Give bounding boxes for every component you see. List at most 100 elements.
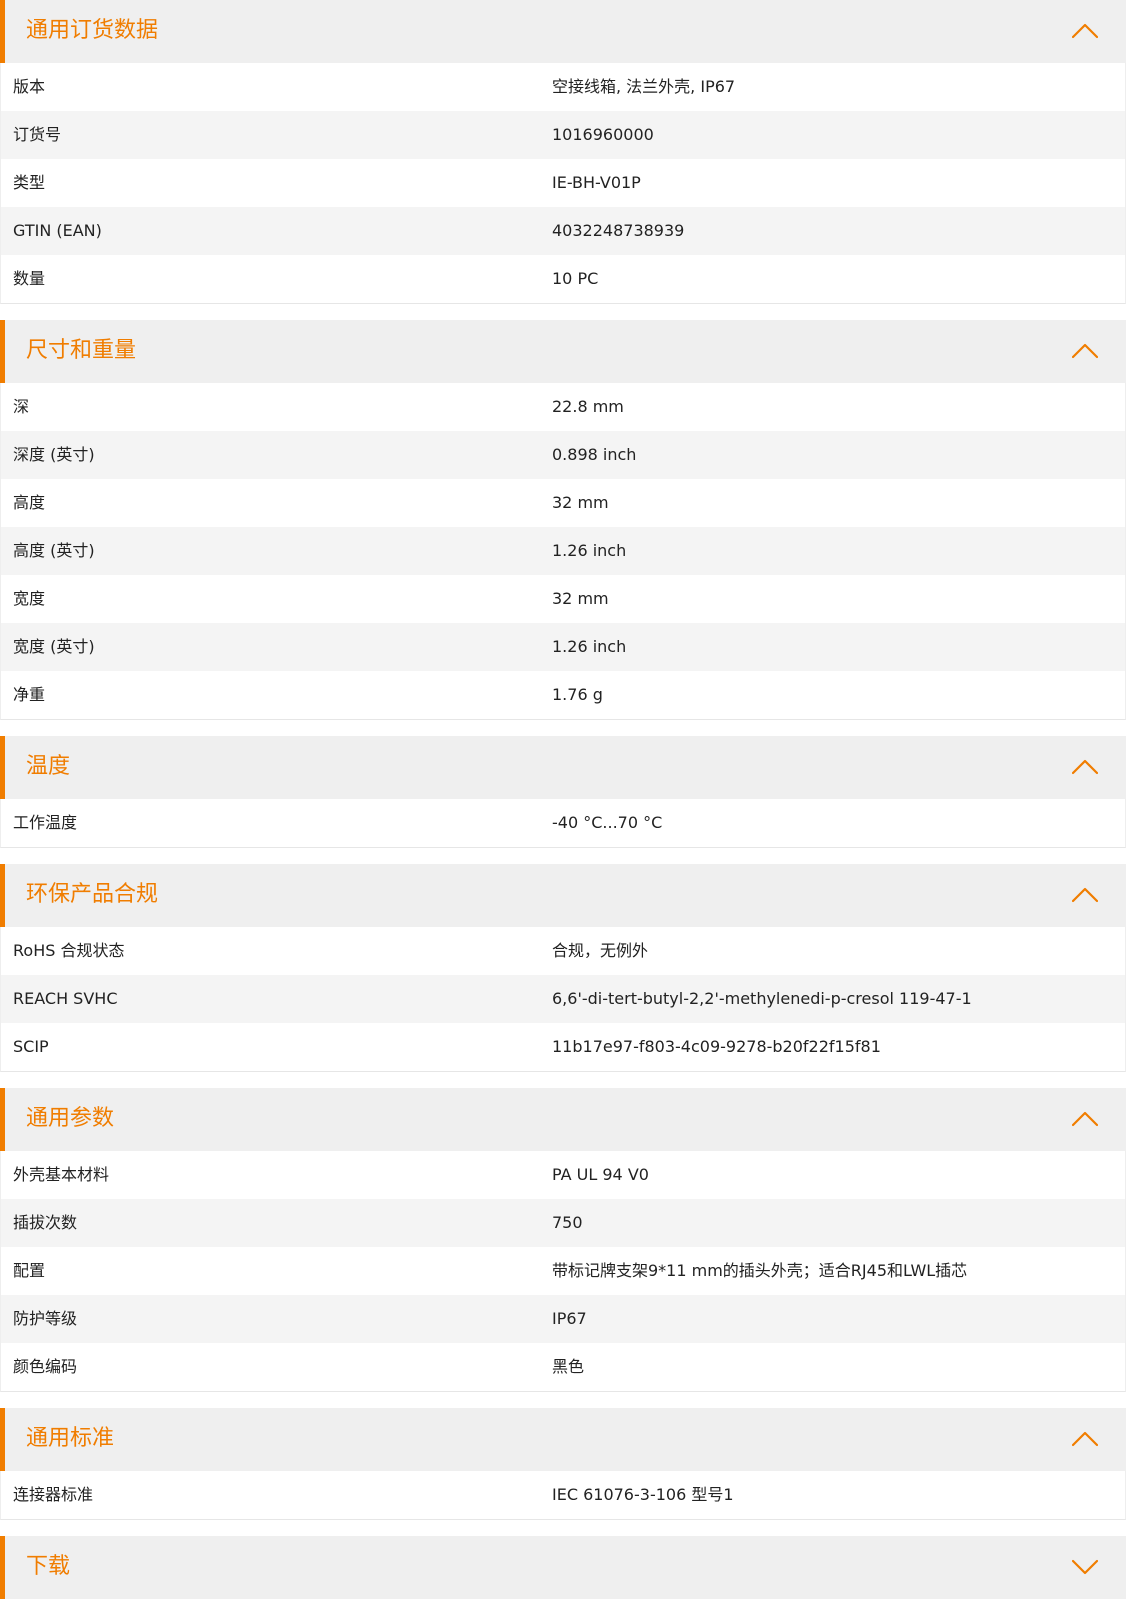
spec-value: IP67 xyxy=(552,1309,587,1328)
spec-value: 32 mm xyxy=(552,589,609,608)
spec-value: 6,6'-di-tert-butyl-2,2'-methylenedi-p-cr… xyxy=(552,989,972,1008)
section-header[interactable]: 尺寸和重量 xyxy=(0,320,1126,383)
chevron-up-icon[interactable] xyxy=(1072,884,1098,906)
spec-label: 版本 xyxy=(13,77,46,96)
spec-row: 高度 (英寸) 1.26 inch xyxy=(1,527,1125,575)
spec-label: 插拔次数 xyxy=(13,1213,78,1232)
spec-label: 颜色编码 xyxy=(13,1357,78,1376)
section-accent-bar xyxy=(0,1536,5,1599)
spec-value: IE-BH-V01P xyxy=(552,173,641,192)
spec-value: 1.76 g xyxy=(552,685,603,704)
spec-row: 版本 空接线箱, 法兰外壳, IP67 xyxy=(1,63,1125,111)
spec-row: 类型 IE-BH-V01P xyxy=(1,159,1125,207)
spec-label: 外壳基本材料 xyxy=(13,1165,110,1184)
spec-label: 工作温度 xyxy=(13,813,78,832)
chevron-up-icon[interactable] xyxy=(1072,1108,1098,1130)
spec-label: 高度 (英寸) xyxy=(13,541,95,560)
chevron-up-icon[interactable] xyxy=(1072,340,1098,362)
spec-row: 深 22.8 mm xyxy=(1,383,1125,431)
spec-row: 净重 1.76 g xyxy=(1,671,1125,719)
spec-row: 插拔次数 750 xyxy=(1,1199,1125,1247)
section-header-downloads[interactable]: 下载 xyxy=(0,1536,1126,1599)
section-title-downloads: 下载 xyxy=(26,1554,71,1579)
spec-row: 深度 (英寸) 0.898 inch xyxy=(1,431,1125,479)
chevron-up-icon[interactable] xyxy=(1072,756,1098,778)
spec-value: 黑色 xyxy=(552,1357,585,1376)
spec-row: 高度 32 mm xyxy=(1,479,1125,527)
section-header[interactable]: 环保产品合规 xyxy=(0,864,1126,927)
spec-value: 合规，无例外 xyxy=(552,941,649,960)
section-title: 环保产品合规 xyxy=(26,882,159,907)
spec-section-partial: 下载 xyxy=(0,1536,1126,1599)
section-accent-bar xyxy=(0,1088,5,1151)
spec-label: RoHS 合规状态 xyxy=(13,941,125,960)
spec-section-4: 通用参数 外壳基本材料 PA UL 94 V0 插拔次数 750 配置 带标记牌… xyxy=(0,1088,1126,1392)
spec-label: 连接器标准 xyxy=(13,1485,94,1504)
spec-row: 外壳基本材料 PA UL 94 V0 xyxy=(1,1151,1125,1199)
spec-label: 深 xyxy=(13,397,30,416)
section-accent-bar xyxy=(0,320,5,383)
chevron-down-icon[interactable] xyxy=(1072,1556,1098,1578)
spec-label: 高度 xyxy=(13,493,46,512)
spec-value: 750 xyxy=(552,1213,583,1232)
section-accent-bar xyxy=(0,1408,5,1471)
section-rows: 外壳基本材料 PA UL 94 V0 插拔次数 750 配置 带标记牌支架9*1… xyxy=(0,1151,1126,1392)
spec-row: 防护等级 IP67 xyxy=(1,1295,1125,1343)
spec-label: 宽度 xyxy=(13,589,46,608)
spec-row: 配置 带标记牌支架9*11 mm的插头外壳；适合RJ45和LWL插芯 xyxy=(1,1247,1125,1295)
spec-value: 1016960000 xyxy=(552,125,654,144)
section-accent-bar xyxy=(0,0,5,63)
spec-row: 颜色编码 黑色 xyxy=(1,1343,1125,1391)
spec-section-2: 温度 工作温度 -40 °C...70 °C xyxy=(0,736,1126,848)
spec-row: SCIP 11b17e97-f803-4c09-9278-b20f22f15f8… xyxy=(1,1023,1125,1071)
chevron-up-icon[interactable] xyxy=(1072,1428,1098,1450)
chevron-up-icon[interactable] xyxy=(1072,20,1098,42)
section-accent-bar xyxy=(0,864,5,927)
spec-label: 深度 (英寸) xyxy=(13,445,95,464)
spec-row: GTIN (EAN) 4032248738939 xyxy=(1,207,1125,255)
section-title: 温度 xyxy=(26,754,71,779)
spec-label: 防护等级 xyxy=(13,1309,78,1328)
spec-value: 带标记牌支架9*11 mm的插头外壳；适合RJ45和LWL插芯 xyxy=(552,1261,968,1280)
spec-label: REACH SVHC xyxy=(13,989,118,1008)
section-title: 尺寸和重量 xyxy=(26,338,137,363)
section-rows: 深 22.8 mm 深度 (英寸) 0.898 inch 高度 32 mm 高度… xyxy=(0,383,1126,720)
spec-value: PA UL 94 V0 xyxy=(552,1165,649,1184)
spec-value: 4032248738939 xyxy=(552,221,685,240)
spec-row: 数量 10 PC xyxy=(1,255,1125,303)
spec-label: 净重 xyxy=(13,685,46,704)
spec-label: 数量 xyxy=(13,269,46,288)
spec-value: 1.26 inch xyxy=(552,541,627,560)
section-header[interactable]: 通用标准 xyxy=(0,1408,1126,1471)
spec-row: 宽度 32 mm xyxy=(1,575,1125,623)
spec-row: 订货号 1016960000 xyxy=(1,111,1125,159)
spec-label: GTIN (EAN) xyxy=(13,221,102,240)
section-title: 通用订货数据 xyxy=(26,18,159,43)
spec-value: 空接线箱, 法兰外壳, IP67 xyxy=(552,77,736,96)
spec-section-5: 通用标准 连接器标准 IEC 61076-3-106 型号1 xyxy=(0,1408,1126,1520)
spec-label: 订货号 xyxy=(13,125,62,144)
sections-container: 通用订货数据 版本 空接线箱, 法兰外壳, IP67 订货号 101696000… xyxy=(0,0,1126,1520)
section-header[interactable]: 温度 xyxy=(0,736,1126,799)
spec-row: 工作温度 -40 °C...70 °C xyxy=(1,799,1125,847)
spec-value: 0.898 inch xyxy=(552,445,637,464)
spec-value: 32 mm xyxy=(552,493,609,512)
section-rows: RoHS 合规状态 合规，无例外 REACH SVHC 6,6'-di-tert… xyxy=(0,927,1126,1072)
spec-section-0: 通用订货数据 版本 空接线箱, 法兰外壳, IP67 订货号 101696000… xyxy=(0,0,1126,304)
spec-label: 类型 xyxy=(13,173,46,192)
spec-label: SCIP xyxy=(13,1037,49,1056)
spec-row: RoHS 合规状态 合规，无例外 xyxy=(1,927,1125,975)
spec-value: 1.26 inch xyxy=(552,637,627,656)
section-rows: 版本 空接线箱, 法兰外壳, IP67 订货号 1016960000 类型 IE… xyxy=(0,63,1126,304)
spec-row: 宽度 (英寸) 1.26 inch xyxy=(1,623,1125,671)
spec-section-1: 尺寸和重量 深 22.8 mm 深度 (英寸) 0.898 inch 高度 32… xyxy=(0,320,1126,720)
spec-row: REACH SVHC 6,6'-di-tert-butyl-2,2'-methy… xyxy=(1,975,1125,1023)
section-header[interactable]: 通用参数 xyxy=(0,1088,1126,1151)
section-accent-bar xyxy=(0,736,5,799)
spec-row: 连接器标准 IEC 61076-3-106 型号1 xyxy=(1,1471,1125,1519)
section-title: 通用参数 xyxy=(26,1106,115,1131)
product-specifications: 通用订货数据 版本 空接线箱, 法兰外壳, IP67 订货号 101696000… xyxy=(0,0,1126,1615)
section-header[interactable]: 通用订货数据 xyxy=(0,0,1126,63)
section-title: 通用标准 xyxy=(26,1426,115,1451)
section-rows: 工作温度 -40 °C...70 °C xyxy=(0,799,1126,848)
